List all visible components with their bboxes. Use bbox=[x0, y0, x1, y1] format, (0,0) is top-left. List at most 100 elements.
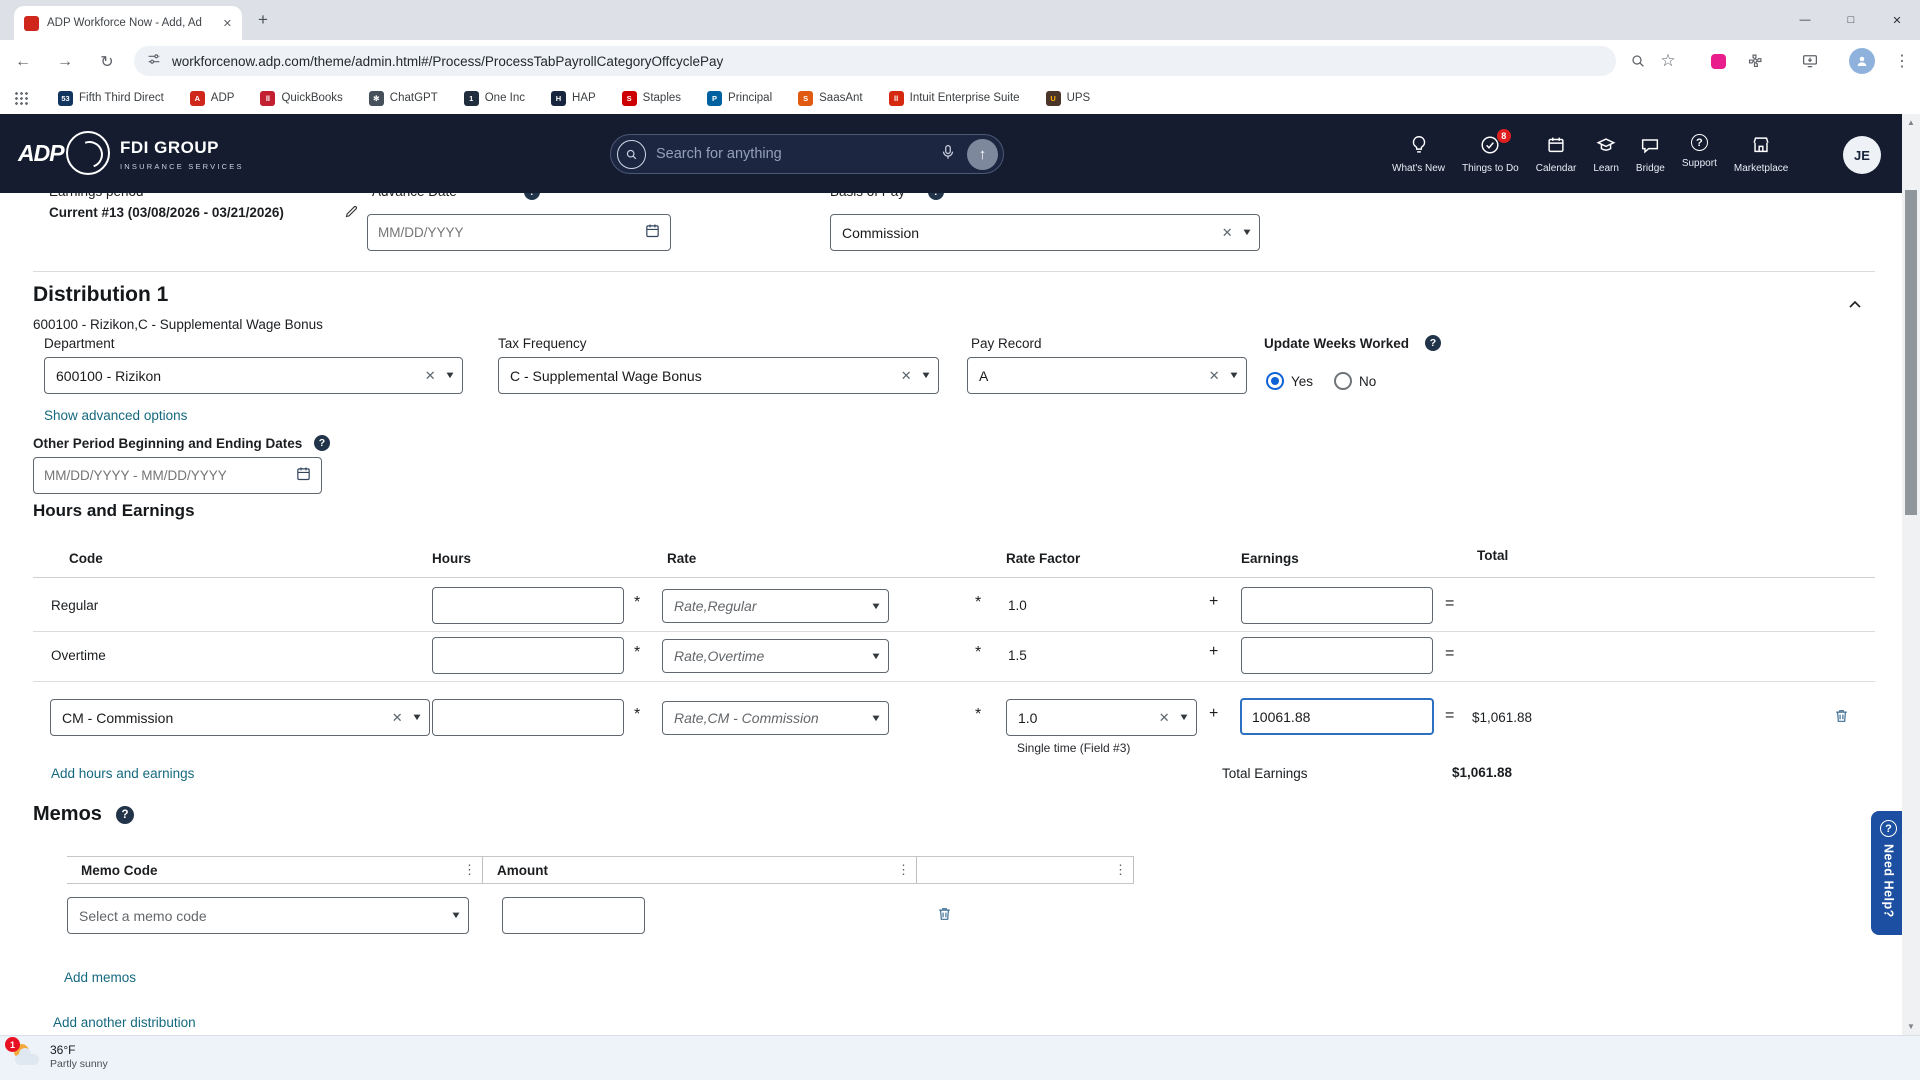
earnings-input[interactable] bbox=[1241, 637, 1433, 674]
bookmark-item[interactable]: HHAP bbox=[551, 91, 596, 106]
chevron-down-icon[interactable]: ▼ bbox=[1175, 712, 1189, 723]
bookmark-item[interactable]: 53Fifth Third Direct bbox=[58, 91, 164, 106]
update-weeks-no-radio[interactable]: No bbox=[1334, 372, 1376, 390]
show-advanced-options-link[interactable]: Show advanced options bbox=[44, 408, 187, 423]
clear-icon[interactable]: ✕ bbox=[894, 368, 919, 384]
other-period-field[interactable] bbox=[33, 457, 322, 494]
chevron-down-icon[interactable]: ▼ bbox=[917, 370, 931, 381]
clear-icon[interactable]: ✕ bbox=[1202, 368, 1227, 384]
window-minimize-button[interactable]: — bbox=[1782, 0, 1828, 40]
calendar-icon[interactable] bbox=[295, 465, 312, 487]
edit-pencil-icon[interactable] bbox=[344, 204, 359, 224]
memo-code-select[interactable]: Select a memo code ▼ bbox=[67, 897, 469, 934]
need-help-tab[interactable]: ? Need Help? bbox=[1871, 811, 1906, 935]
clear-icon[interactable]: ✕ bbox=[418, 368, 443, 384]
nav-support[interactable]: ? Support bbox=[1682, 134, 1717, 174]
nav-learn[interactable]: Learn bbox=[1593, 134, 1619, 174]
bookmark-item[interactable]: ✻ChatGPT bbox=[369, 91, 438, 106]
back-button[interactable]: ← bbox=[10, 49, 36, 75]
other-period-input[interactable] bbox=[36, 468, 295, 483]
basis-of-pay-select[interactable]: Commission ✕ ▼ bbox=[830, 214, 1260, 251]
hours-input[interactable] bbox=[432, 587, 624, 624]
rate-factor-select[interactable]: 1.0 ✕ ▼ bbox=[1006, 699, 1197, 736]
hours-input[interactable] bbox=[432, 699, 624, 736]
adp-logo[interactable]: ADP bbox=[18, 140, 64, 167]
clear-icon[interactable]: ✕ bbox=[1152, 710, 1177, 726]
delete-memo-trash-icon[interactable] bbox=[936, 905, 953, 928]
other-period-help-icon[interactable]: ? bbox=[314, 435, 330, 451]
collapse-chevron-up-icon[interactable] bbox=[1845, 295, 1865, 320]
browser-menu-kebab-icon[interactable]: ⋮ bbox=[1890, 50, 1914, 72]
bookmark-item[interactable]: llQuickBooks bbox=[260, 91, 342, 106]
chevron-down-icon[interactable]: ▼ bbox=[867, 601, 881, 612]
extensions-puzzle-icon[interactable] bbox=[1742, 50, 1766, 72]
advance-date-field[interactable] bbox=[367, 214, 671, 251]
bookmark-item[interactable]: SStaples bbox=[622, 91, 681, 106]
rate-select[interactable]: Rate,Regular ▼ bbox=[662, 589, 889, 623]
column-menu-icon[interactable]: ⋮ bbox=[897, 862, 910, 878]
earnings-input-focused[interactable] bbox=[1240, 698, 1434, 735]
bookmark-item[interactable]: UUPS bbox=[1046, 91, 1091, 106]
chevron-down-icon[interactable]: ▼ bbox=[1238, 227, 1252, 238]
update-weeks-help-icon[interactable]: ? bbox=[1425, 335, 1441, 351]
search-submit-button[interactable]: ↑ bbox=[967, 139, 998, 170]
weather-widget[interactable]: 1 36°F Partly sunny bbox=[10, 1041, 108, 1071]
add-memos-link[interactable]: Add memos bbox=[64, 970, 136, 985]
user-avatar[interactable]: JE bbox=[1843, 136, 1881, 174]
reload-button[interactable]: ↻ bbox=[94, 49, 120, 75]
column-menu-icon[interactable]: ⋮ bbox=[1114, 862, 1127, 878]
radio-unselected-icon[interactable] bbox=[1334, 372, 1352, 390]
global-search-bar[interactable]: ↑ bbox=[610, 134, 1004, 174]
window-maximize-button[interactable]: □ bbox=[1828, 0, 1874, 40]
chevron-down-icon[interactable]: ▼ bbox=[867, 713, 881, 724]
clear-icon[interactable]: ✕ bbox=[1215, 225, 1240, 241]
radio-selected-icon[interactable] bbox=[1266, 372, 1284, 390]
tab-close-icon[interactable]: ✕ bbox=[223, 17, 232, 30]
nav-things-to-do[interactable]: 8 Things to Do bbox=[1462, 134, 1519, 174]
add-another-distribution-link[interactable]: Add another distribution bbox=[53, 1015, 196, 1030]
new-tab-button[interactable]: + bbox=[258, 10, 268, 30]
browser-tab[interactable]: ADP Workforce Now - Add, Ad ✕ bbox=[14, 6, 242, 40]
update-weeks-yes-radio[interactable]: Yes bbox=[1266, 372, 1313, 390]
global-search-input[interactable] bbox=[656, 146, 929, 162]
bookmark-item[interactable]: PPrincipal bbox=[707, 91, 772, 106]
scrollbar-thumb[interactable] bbox=[1905, 190, 1917, 515]
address-bar[interactable]: workforcenow.adp.com/theme/admin.html#/P… bbox=[134, 46, 1616, 76]
earning-code-select[interactable]: CM - Commission ✕ ▼ bbox=[50, 699, 430, 736]
calendar-icon[interactable] bbox=[644, 222, 661, 244]
bookmark-item[interactable]: 1One Inc bbox=[464, 91, 525, 106]
pay-record-select[interactable]: A ✕ ▼ bbox=[967, 357, 1247, 394]
column-menu-icon[interactable]: ⋮ bbox=[463, 862, 476, 878]
nav-calendar[interactable]: Calendar bbox=[1536, 134, 1577, 174]
chevron-down-icon[interactable]: ▼ bbox=[447, 910, 461, 921]
chevron-down-icon[interactable]: ▼ bbox=[867, 651, 881, 662]
memo-amount-input[interactable] bbox=[502, 897, 645, 934]
rate-select[interactable]: Rate,CM - Commission ▼ bbox=[662, 701, 889, 735]
site-settings-icon[interactable] bbox=[146, 51, 162, 72]
apps-grid-icon[interactable] bbox=[14, 91, 28, 105]
memos-help-icon[interactable]: ? bbox=[116, 806, 134, 824]
window-close-button[interactable]: ✕ bbox=[1874, 0, 1920, 40]
tax-frequency-select[interactable]: C - Supplemental Wage Bonus ✕ ▼ bbox=[498, 357, 939, 394]
bookmark-star-icon[interactable]: ☆ bbox=[1656, 50, 1680, 72]
microphone-icon[interactable] bbox=[939, 143, 957, 166]
scroll-down-arrow[interactable]: ▼ bbox=[1902, 1022, 1920, 1031]
browser-profile-avatar[interactable] bbox=[1849, 48, 1875, 74]
chevron-down-icon[interactable]: ▼ bbox=[408, 712, 422, 723]
department-select[interactable]: 600100 - Rizikon ✕ ▼ bbox=[44, 357, 463, 394]
rate-select[interactable]: Rate,Overtime ▼ bbox=[662, 639, 889, 673]
bookmark-item[interactable]: SSaasAnt bbox=[798, 91, 862, 106]
bookmark-item[interactable]: llIntuit Enterprise Suite bbox=[889, 91, 1020, 106]
cast-monitor-icon[interactable] bbox=[1798, 50, 1822, 72]
chevron-down-icon[interactable]: ▼ bbox=[441, 370, 455, 381]
nav-whats-new[interactable]: What's New bbox=[1392, 134, 1445, 174]
clear-icon[interactable]: ✕ bbox=[385, 710, 410, 726]
hours-input[interactable] bbox=[432, 637, 624, 674]
nav-bridge[interactable]: Bridge bbox=[1636, 134, 1665, 174]
forward-button[interactable]: → bbox=[52, 49, 78, 75]
advance-date-input[interactable] bbox=[370, 225, 644, 240]
search-tabs-icon[interactable] bbox=[1626, 50, 1650, 72]
chevron-down-icon[interactable]: ▼ bbox=[1225, 370, 1239, 381]
delete-row-trash-icon[interactable] bbox=[1833, 707, 1850, 730]
extension-pink-icon[interactable] bbox=[1706, 50, 1730, 72]
